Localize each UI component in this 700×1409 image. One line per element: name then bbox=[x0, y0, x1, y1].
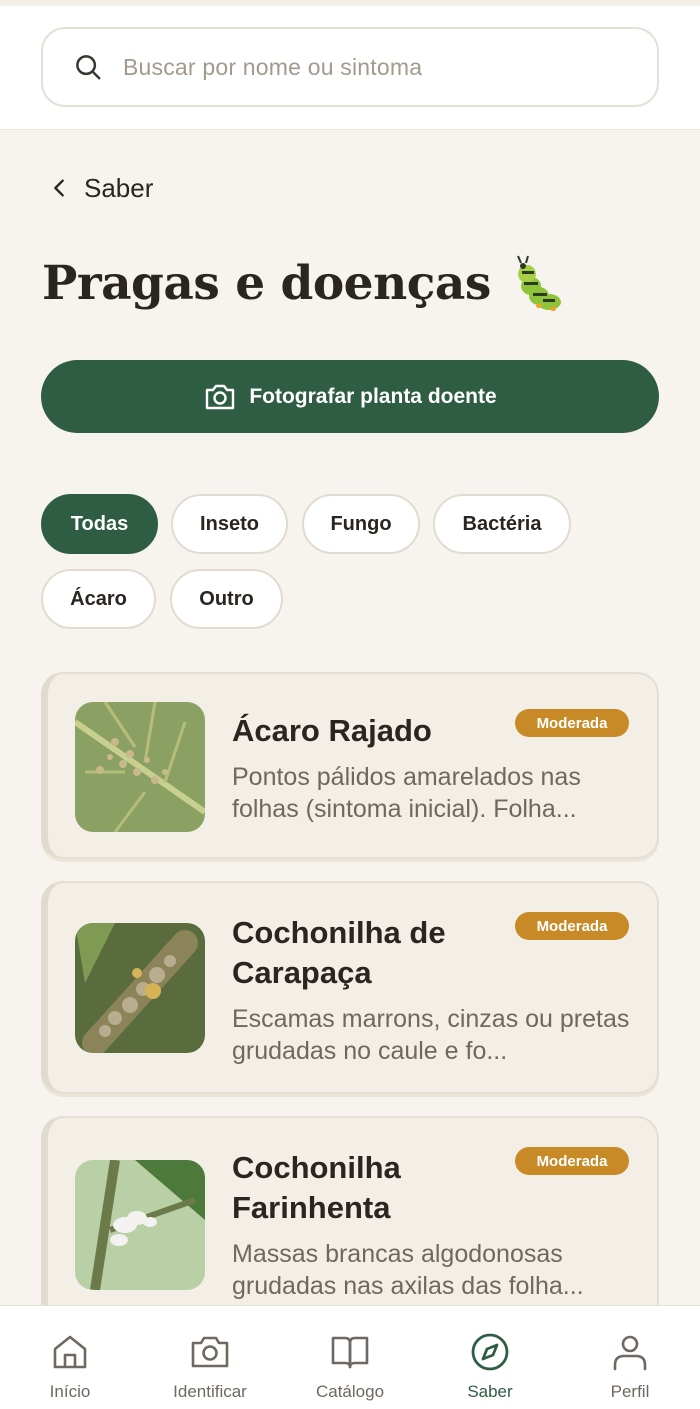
nav-item-saber[interactable]: Saber bbox=[420, 1306, 560, 1409]
user-icon bbox=[613, 1335, 647, 1371]
caterpillar-icon bbox=[516, 255, 561, 311]
filter-chip-inseto[interactable]: Inseto bbox=[171, 494, 288, 554]
pest-thumbnail bbox=[75, 1160, 205, 1290]
severity-badge: Moderada bbox=[515, 709, 629, 737]
pest-card[interactable]: Ácaro Rajado Moderada Pontos pálidos ama… bbox=[41, 672, 659, 859]
page-title-text: Pragas e doenças bbox=[42, 255, 491, 311]
page-title: Pragas e doenças bbox=[42, 254, 565, 312]
nav-label: Início bbox=[49, 1382, 91, 1401]
search-placeholder: Buscar por nome ou sintoma bbox=[123, 53, 423, 80]
chevron-left-icon bbox=[54, 179, 64, 197]
compass-icon bbox=[471, 1333, 509, 1371]
pest-description: Escamas marrons, cinzas ou pretas grudad… bbox=[232, 1005, 630, 1065]
camera-icon bbox=[191, 1336, 229, 1368]
filter-chip-outro[interactable]: Outro bbox=[170, 569, 283, 629]
bottom-navigation: Início Identificar Catálogo Saber Perfil bbox=[0, 1305, 700, 1409]
status-strip bbox=[0, 0, 700, 6]
back-label: Saber bbox=[84, 172, 154, 203]
nav-label: Catálogo bbox=[315, 1382, 385, 1401]
nav-item-perfil[interactable]: Perfil bbox=[560, 1306, 700, 1409]
pest-name: Cochonilha Farinhenta bbox=[232, 1150, 401, 1225]
nav-label: Identificar bbox=[173, 1382, 247, 1401]
search-icon bbox=[76, 55, 101, 80]
top-bar: Buscar por nome ou sintoma bbox=[0, 0, 700, 130]
pest-thumbnail bbox=[75, 702, 205, 832]
pest-name: Cochonilha de Carapaça bbox=[232, 915, 446, 990]
nav-label: Saber bbox=[467, 1382, 513, 1401]
photograph-plant-label: Fotografar planta doente bbox=[249, 384, 497, 408]
photograph-plant-button[interactable]: Fotografar planta doente bbox=[41, 360, 659, 433]
filter-chip-fungo[interactable]: Fungo bbox=[302, 494, 420, 554]
nav-item-inicio[interactable]: Início bbox=[0, 1306, 140, 1409]
filter-chip-todas[interactable]: Todas bbox=[41, 494, 158, 554]
severity-badge: Moderada bbox=[515, 912, 629, 940]
nav-item-identificar[interactable]: Identificar bbox=[140, 1306, 280, 1409]
pest-card[interactable]: Cochonilha de Carapaça Moderada Escamas … bbox=[41, 881, 659, 1094]
pest-name: Ácaro Rajado bbox=[232, 713, 432, 748]
camera-icon bbox=[206, 384, 235, 409]
severity-badge: Moderada bbox=[515, 1147, 629, 1175]
nav-label: Perfil bbox=[610, 1382, 650, 1401]
home-icon bbox=[53, 1335, 87, 1369]
book-icon bbox=[331, 1336, 369, 1369]
nav-item-catalogo[interactable]: Catálogo bbox=[280, 1306, 420, 1409]
pest-description: Pontos pálidos amarelados nas folhas (si… bbox=[232, 763, 581, 823]
pest-thumbnail bbox=[75, 923, 205, 1053]
back-button[interactable]: Saber bbox=[48, 170, 153, 206]
filter-chip-bacteria[interactable]: Bactéria bbox=[433, 494, 571, 554]
filter-chip-acaro[interactable]: Ácaro bbox=[41, 569, 156, 629]
search-input[interactable]: Buscar por nome ou sintoma bbox=[41, 27, 659, 107]
pest-description: Massas brancas algodonosas grudadas nas … bbox=[232, 1240, 584, 1300]
